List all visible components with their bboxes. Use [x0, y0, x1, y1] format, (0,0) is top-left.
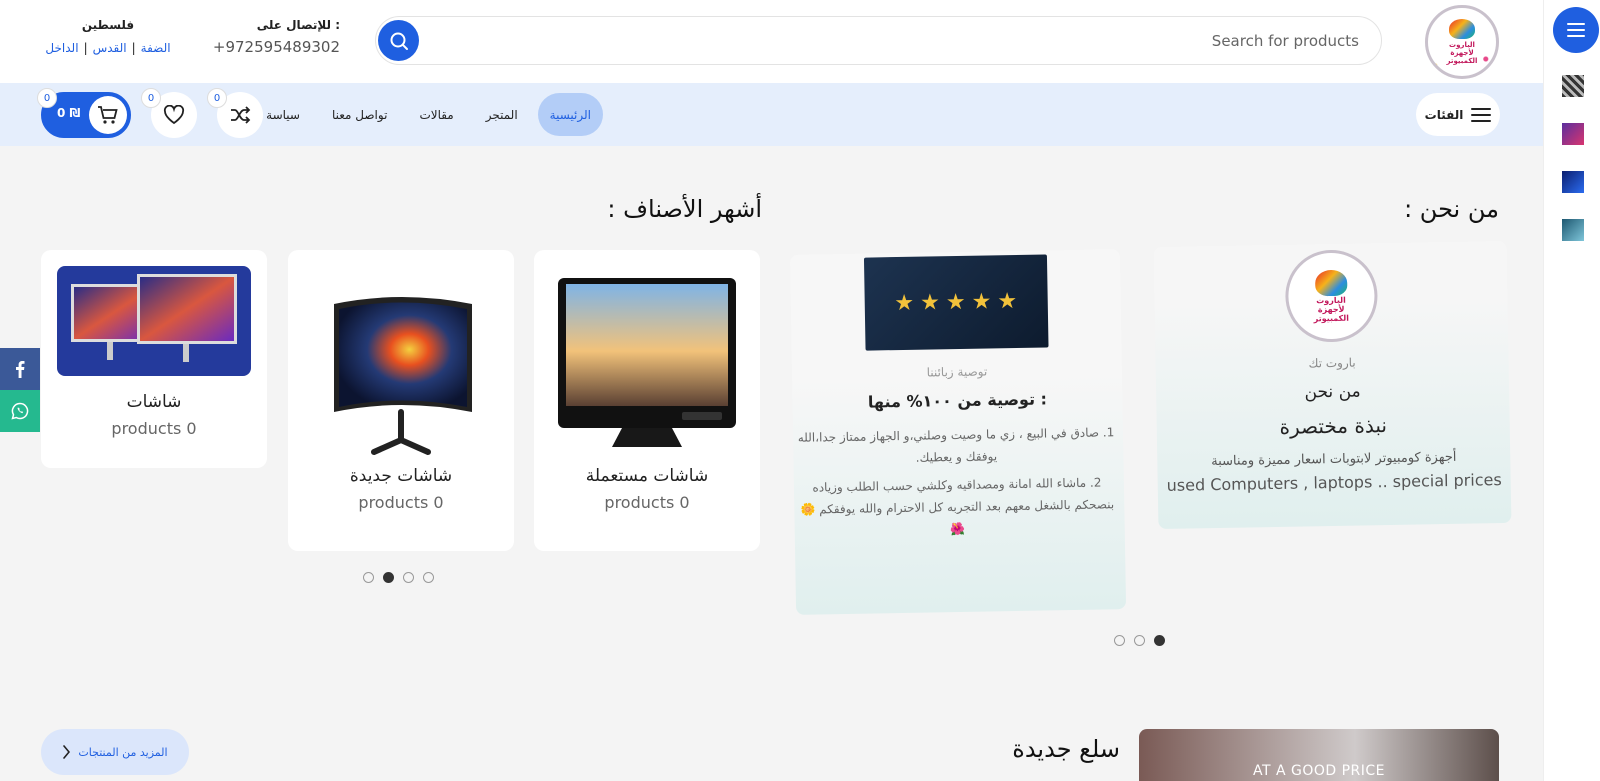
carousel-dot[interactable]: [423, 572, 434, 583]
category-name: شاشات: [126, 392, 182, 412]
search-icon: [390, 32, 408, 50]
compare-count: 0: [207, 88, 227, 108]
carousel-dot-active[interactable]: [1154, 635, 1165, 646]
about-card: الباروت لأجهزة الكمبيوتر باروت تك من نحن…: [1153, 240, 1512, 530]
carousel-dot-active[interactable]: [383, 572, 394, 583]
wishlist-button[interactable]: 0: [141, 88, 197, 138]
star-icon: ★: [971, 289, 992, 315]
carousel-dot[interactable]: [1114, 635, 1125, 646]
categories-title: أشهر الأصناف :: [607, 195, 762, 223]
region-links: الضفة|القدس|الداخل: [45, 41, 171, 55]
contact-phone[interactable]: +972595489302: [200, 38, 340, 56]
about-text-en: used Computers , laptops .. special pric…: [1166, 470, 1502, 495]
hamburger-icon: [1471, 107, 1492, 122]
region-link-west-bank[interactable]: الضفة: [141, 41, 171, 55]
whatsapp-button[interactable]: [0, 390, 40, 432]
category-count: products 0: [358, 493, 444, 512]
nav-item-articles[interactable]: مقالات: [407, 93, 465, 136]
search-button[interactable]: [378, 20, 419, 61]
whatsapp-icon: [11, 402, 29, 420]
wishlist-count: 0: [141, 88, 161, 108]
review-heading: توصية من ١٠٠% منها :: [867, 389, 1048, 412]
compare-button[interactable]: 0: [207, 88, 263, 138]
rail-thumb-3[interactable]: [1562, 219, 1584, 241]
cart-total: 0 ₪: [57, 106, 81, 120]
about-subheading: نبذة مختصرة: [1279, 413, 1388, 439]
review-list: صادق في البيع ، زي ما وصيت وصلني،و الجها…: [793, 421, 1125, 543]
about-kicker: باروت تك: [1308, 355, 1356, 371]
nav-menu: الرئيسية المتجر مقالات تواصل معنا سياسة …: [230, 93, 603, 136]
about-logo-line-2: لأجهزة: [1317, 304, 1345, 314]
categories-button[interactable]: الفئات: [1416, 93, 1500, 136]
star-icon: ★: [919, 290, 941, 316]
star-icon: ★: [997, 288, 1018, 315]
region-info: فلسطين الضفة|القدس|الداخل: [38, 18, 178, 55]
cart-button[interactable]: 0 0 ₪: [37, 88, 131, 138]
about-carousel-dots: [1114, 635, 1165, 646]
five-stars-image: ★ ★ ★ ★ ★: [863, 254, 1049, 351]
carousel-dot[interactable]: [403, 572, 414, 583]
star-icon: ★: [945, 289, 966, 316]
rail-menu-button[interactable]: [1553, 7, 1599, 53]
monitors-image: [57, 266, 251, 376]
contact-label: للإتصال على :: [256, 18, 340, 32]
heart-icon: [163, 105, 185, 125]
rail-thumb-1[interactable]: [1562, 123, 1584, 145]
region-label: فلسطين: [81, 18, 135, 32]
categories-label: الفئات: [1424, 107, 1464, 122]
rail-thumb-2[interactable]: [1562, 171, 1584, 193]
category-name: شاشات جديدة: [349, 466, 453, 486]
review-card: ★ ★ ★ ★ ★ توصية زبائننا توصية من ١٠٠% منها :…: [789, 249, 1127, 615]
nav-item-contact[interactable]: تواصل معنا: [320, 93, 399, 136]
used-monitor-image: [558, 278, 736, 447]
cart-icon: [98, 106, 118, 124]
promo-banner[interactable]: AT A GOOD PRICE: [1139, 729, 1499, 781]
review-kicker: توصية زبائننا: [926, 364, 988, 380]
cart-count: 0: [37, 88, 57, 108]
new-goods-title: سلع جديدة: [1012, 735, 1120, 763]
category-card-monitors[interactable]: شاشات products 0: [41, 250, 267, 468]
side-rail: [1543, 0, 1600, 781]
parrot-icon: [1314, 269, 1347, 296]
more-products-label: المزيد من المنتجات: [78, 745, 168, 759]
main-navbar: الفئات الرئيسية المتجر مقالات تواصل معنا…: [0, 83, 1543, 146]
hamburger-icon: [1567, 23, 1585, 37]
search-bar: [375, 16, 1382, 65]
carousel-dot[interactable]: [1134, 635, 1145, 646]
search-input[interactable]: [459, 17, 1359, 64]
nav-item-shop[interactable]: المتجر: [474, 93, 530, 136]
region-link-inside[interactable]: الداخل: [45, 41, 78, 55]
site-header: الباروت لأجهزة الكمبيوتر للإتصال على : +…: [0, 0, 1543, 83]
new-monitor-image: [334, 297, 472, 455]
category-card-used-monitors[interactable]: شاشات مستعملة products 0: [534, 250, 760, 551]
category-name: شاشات مستعملة: [585, 466, 709, 486]
about-logo-line-3: الكمبيوتر: [1313, 313, 1350, 323]
review-item: ماشاء الله امانة ومصداقيه وكلشي حسب الطل…: [798, 471, 1117, 543]
promo-text: AT A GOOD PRICE: [1252, 763, 1386, 779]
about-title: من نحن :: [1404, 195, 1499, 223]
shuffle-icon: [231, 106, 251, 124]
about-logo: الباروت لأجهزة الكمبيوتر: [1284, 249, 1378, 343]
review-item: صادق في البيع ، زي ما وصيت وصلني،و الجها…: [797, 421, 1116, 471]
star-icon: ★: [894, 290, 915, 317]
about-text-ar: أجهزة كومبيوتر لابتوبات اسعار مميزة ومنا…: [1211, 449, 1457, 470]
category-count: products 0: [604, 493, 690, 512]
site-logo[interactable]: الباروت لأجهزة الكمبيوتر: [1425, 5, 1499, 79]
region-link-jerusalem[interactable]: القدس: [93, 41, 127, 55]
nav-item-home[interactable]: الرئيسية: [537, 93, 603, 136]
facebook-icon: [16, 361, 25, 378]
more-products-button[interactable]: المزيد من المنتجات: [41, 729, 189, 775]
category-count: products 0: [111, 419, 197, 438]
facebook-button[interactable]: [0, 348, 40, 390]
categories-carousel-dots: [363, 572, 434, 583]
contact-info: للإتصال على : +972595489302: [200, 18, 340, 56]
rail-thumb-qr[interactable]: [1562, 75, 1584, 97]
chevron-left-icon: [63, 745, 71, 759]
category-card-new-monitors[interactable]: شاشات جديدة products 0: [288, 250, 514, 551]
carousel-dot[interactable]: [363, 572, 374, 583]
about-heading: من نحن: [1304, 381, 1361, 403]
